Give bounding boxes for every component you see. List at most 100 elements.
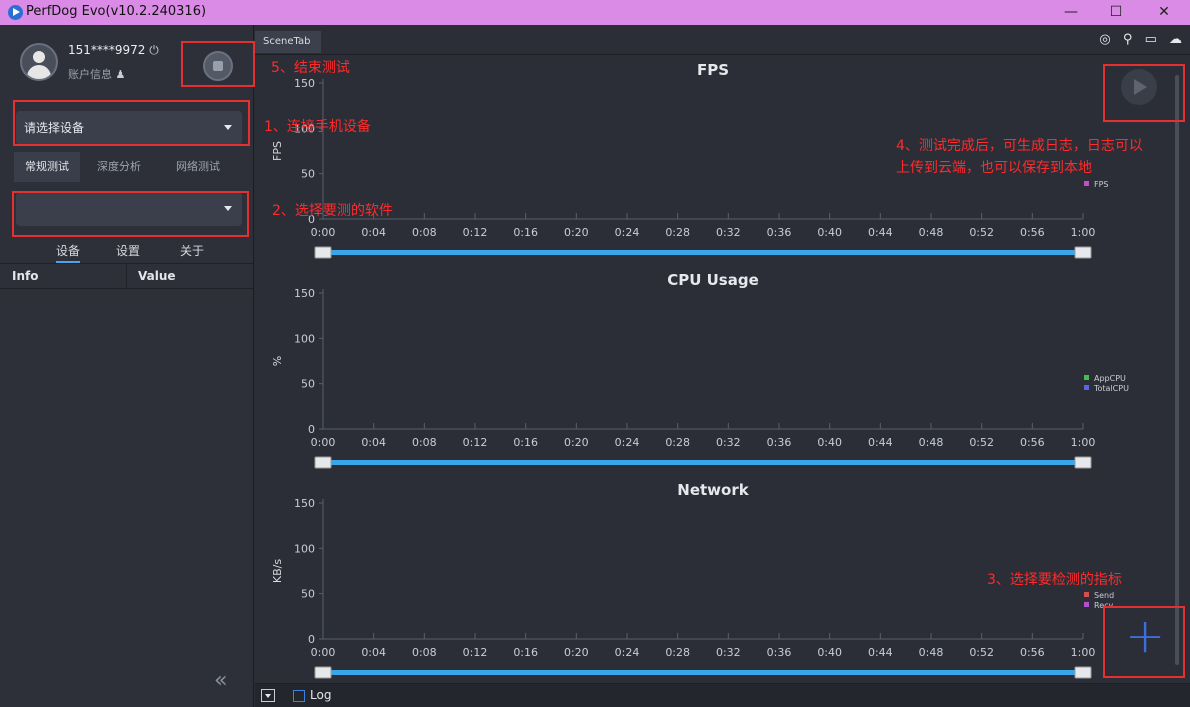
chart-ytick-label: 0 bbox=[308, 423, 315, 436]
log-label: Log bbox=[310, 688, 332, 702]
sub-tabs: 设备 设置 关于 bbox=[0, 242, 254, 263]
avatar[interactable] bbox=[20, 43, 58, 81]
chart-xtick-label: 0:08 bbox=[412, 646, 437, 659]
time-range-slider bbox=[323, 460, 1083, 465]
title-bar: PerfDog Evo(v10.2.240316) — ☐ ✕ bbox=[0, 0, 1190, 25]
log-checkbox[interactable] bbox=[293, 690, 305, 702]
window-title: PerfDog Evo(v10.2.240316) bbox=[26, 4, 207, 19]
chart-xtick-label: 0:36 bbox=[767, 226, 792, 239]
slider-handle-right bbox=[1074, 456, 1092, 469]
tab-deep-analysis[interactable]: 深度分析 bbox=[84, 152, 154, 182]
legend-label: AppCPU bbox=[1094, 374, 1126, 383]
legend-swatch bbox=[1084, 181, 1089, 186]
slider-handle-left bbox=[314, 666, 332, 679]
col-info: Info bbox=[12, 269, 39, 283]
legend-label: FPS bbox=[1094, 180, 1109, 189]
chart-xtick-label: 0:52 bbox=[969, 436, 994, 449]
legend-swatch bbox=[1084, 385, 1089, 390]
annotation-text-2: 2、选择要测的软件 bbox=[272, 203, 393, 219]
subtab-about[interactable]: 关于 bbox=[180, 242, 204, 259]
chart-xtick-label: 1:00 bbox=[1071, 646, 1096, 659]
test-mode-tabs: 常规测试 深度分析 网络测试 bbox=[14, 152, 238, 182]
column-divider bbox=[126, 264, 127, 289]
chart-xtick-label: 0:48 bbox=[919, 646, 944, 659]
chart-ytick-label: 50 bbox=[301, 168, 315, 181]
slider-handle-left bbox=[314, 456, 332, 469]
user-name: 151****9972 ⏻ bbox=[68, 43, 159, 58]
scene-tab[interactable]: SceneTab bbox=[255, 31, 321, 53]
chart-xtick-label: 0:12 bbox=[463, 226, 488, 239]
chart-xtick-label: 0:52 bbox=[969, 226, 994, 239]
chart-ylabel: KB/s bbox=[271, 559, 284, 583]
chart-ytick-label: 150 bbox=[294, 497, 315, 510]
annotation-box-play bbox=[1103, 64, 1185, 122]
chart-xtick-label: 0:40 bbox=[817, 646, 842, 659]
folder-icon[interactable]: ▭ bbox=[1145, 32, 1157, 47]
chart-xtick-label: 0:24 bbox=[615, 226, 640, 239]
chart-xtick-label: 0:08 bbox=[412, 226, 437, 239]
chart-xtick-label: 0:36 bbox=[767, 646, 792, 659]
location-icon[interactable]: ◎ bbox=[1099, 32, 1110, 47]
chart-xtick-label: 0:04 bbox=[361, 646, 386, 659]
annotation-box-app bbox=[12, 191, 249, 237]
annotation-text-4b: 上传到云端，也可以保存到本地 bbox=[896, 160, 1092, 176]
collapse-sidebar-icon[interactable]: « bbox=[214, 668, 227, 693]
annotation-box-stop bbox=[181, 41, 255, 87]
annotation-text-3: 3、选择要检测的指标 bbox=[987, 572, 1122, 588]
col-value: Value bbox=[138, 269, 176, 283]
annotation-text-5: 5、结束测试 bbox=[271, 60, 350, 76]
tab-network-test[interactable]: 网络测试 bbox=[162, 152, 234, 182]
chart-title: Network bbox=[677, 481, 749, 499]
chart-xtick-label: 1:00 bbox=[1071, 436, 1096, 449]
chart-xtick-label: 0:16 bbox=[513, 226, 538, 239]
tab-regular-test[interactable]: 常规测试 bbox=[14, 152, 80, 182]
subtab-settings[interactable]: 设置 bbox=[116, 242, 140, 259]
user-settings-icon: ♟ bbox=[115, 68, 126, 81]
chart-xtick-label: 0:32 bbox=[716, 646, 741, 659]
chart-ylabel: % bbox=[271, 356, 284, 366]
chart-xtick-label: 0:36 bbox=[767, 436, 792, 449]
chart-xtick-label: 0:28 bbox=[665, 226, 690, 239]
slider-handle-right bbox=[1074, 246, 1092, 259]
dropdown-toggle-icon[interactable] bbox=[261, 689, 275, 702]
chart-xtick-label: 0:40 bbox=[817, 436, 842, 449]
bottom-bar: Log bbox=[255, 683, 1190, 707]
chart-ytick-label: 100 bbox=[294, 332, 315, 345]
chart-xtick-label: 0:16 bbox=[513, 646, 538, 659]
legend-label: Send bbox=[1094, 591, 1114, 600]
chart-xtick-label: 0:04 bbox=[361, 436, 386, 449]
avatar-body-icon bbox=[27, 65, 51, 79]
annotation-text-1: 1、连接手机设备 bbox=[264, 119, 371, 135]
legend-label: TotalCPU bbox=[1093, 384, 1129, 393]
power-icon[interactable]: ⏻ bbox=[149, 43, 159, 57]
close-button[interactable]: ✕ bbox=[1141, 0, 1187, 25]
chart-xtick-label: 0:56 bbox=[1020, 226, 1045, 239]
legend-swatch bbox=[1084, 375, 1089, 380]
chart-xtick-label: 0:32 bbox=[716, 436, 741, 449]
app-logo-icon bbox=[8, 5, 23, 20]
chart-xtick-label: 0:00 bbox=[311, 226, 336, 239]
chart-title: FPS bbox=[697, 61, 729, 79]
maximize-button[interactable]: ☐ bbox=[1093, 0, 1139, 25]
chart-xtick-label: 0:32 bbox=[716, 226, 741, 239]
chart-xtick-label: 0:00 bbox=[311, 646, 336, 659]
chart-xtick-label: 0:00 bbox=[311, 436, 336, 449]
pin-icon[interactable]: ⚲ bbox=[1123, 32, 1133, 47]
minimize-button[interactable]: — bbox=[1048, 0, 1094, 25]
chart-xtick-label: 0:52 bbox=[969, 646, 994, 659]
chart-xtick-label: 0:20 bbox=[564, 436, 589, 449]
account-info[interactable]: 账户信息 ♟ bbox=[68, 66, 125, 82]
cloud-icon[interactable]: ☁ bbox=[1169, 32, 1182, 47]
chart-xtick-label: 0:24 bbox=[615, 646, 640, 659]
annotation-box-add bbox=[1103, 606, 1185, 678]
legend-swatch bbox=[1084, 592, 1089, 597]
chart-xtick-label: 0:48 bbox=[919, 436, 944, 449]
main-panel: SceneTab ◎ ⚲ ▭ ☁ FPS FPS 0 50 100 150 0:00 0:04… bbox=[255, 25, 1190, 707]
annotation-text-4a: 4、测试完成后，可生成日志，日志可以 bbox=[896, 138, 1143, 154]
avatar-head-icon bbox=[33, 51, 45, 63]
subtab-device[interactable]: 设备 bbox=[56, 242, 81, 263]
chart-xtick-label: 0:16 bbox=[513, 436, 538, 449]
scrollbar[interactable] bbox=[1175, 75, 1179, 665]
chart-xtick-label: 0:44 bbox=[868, 646, 893, 659]
chart-xtick-label: 0:40 bbox=[817, 226, 842, 239]
